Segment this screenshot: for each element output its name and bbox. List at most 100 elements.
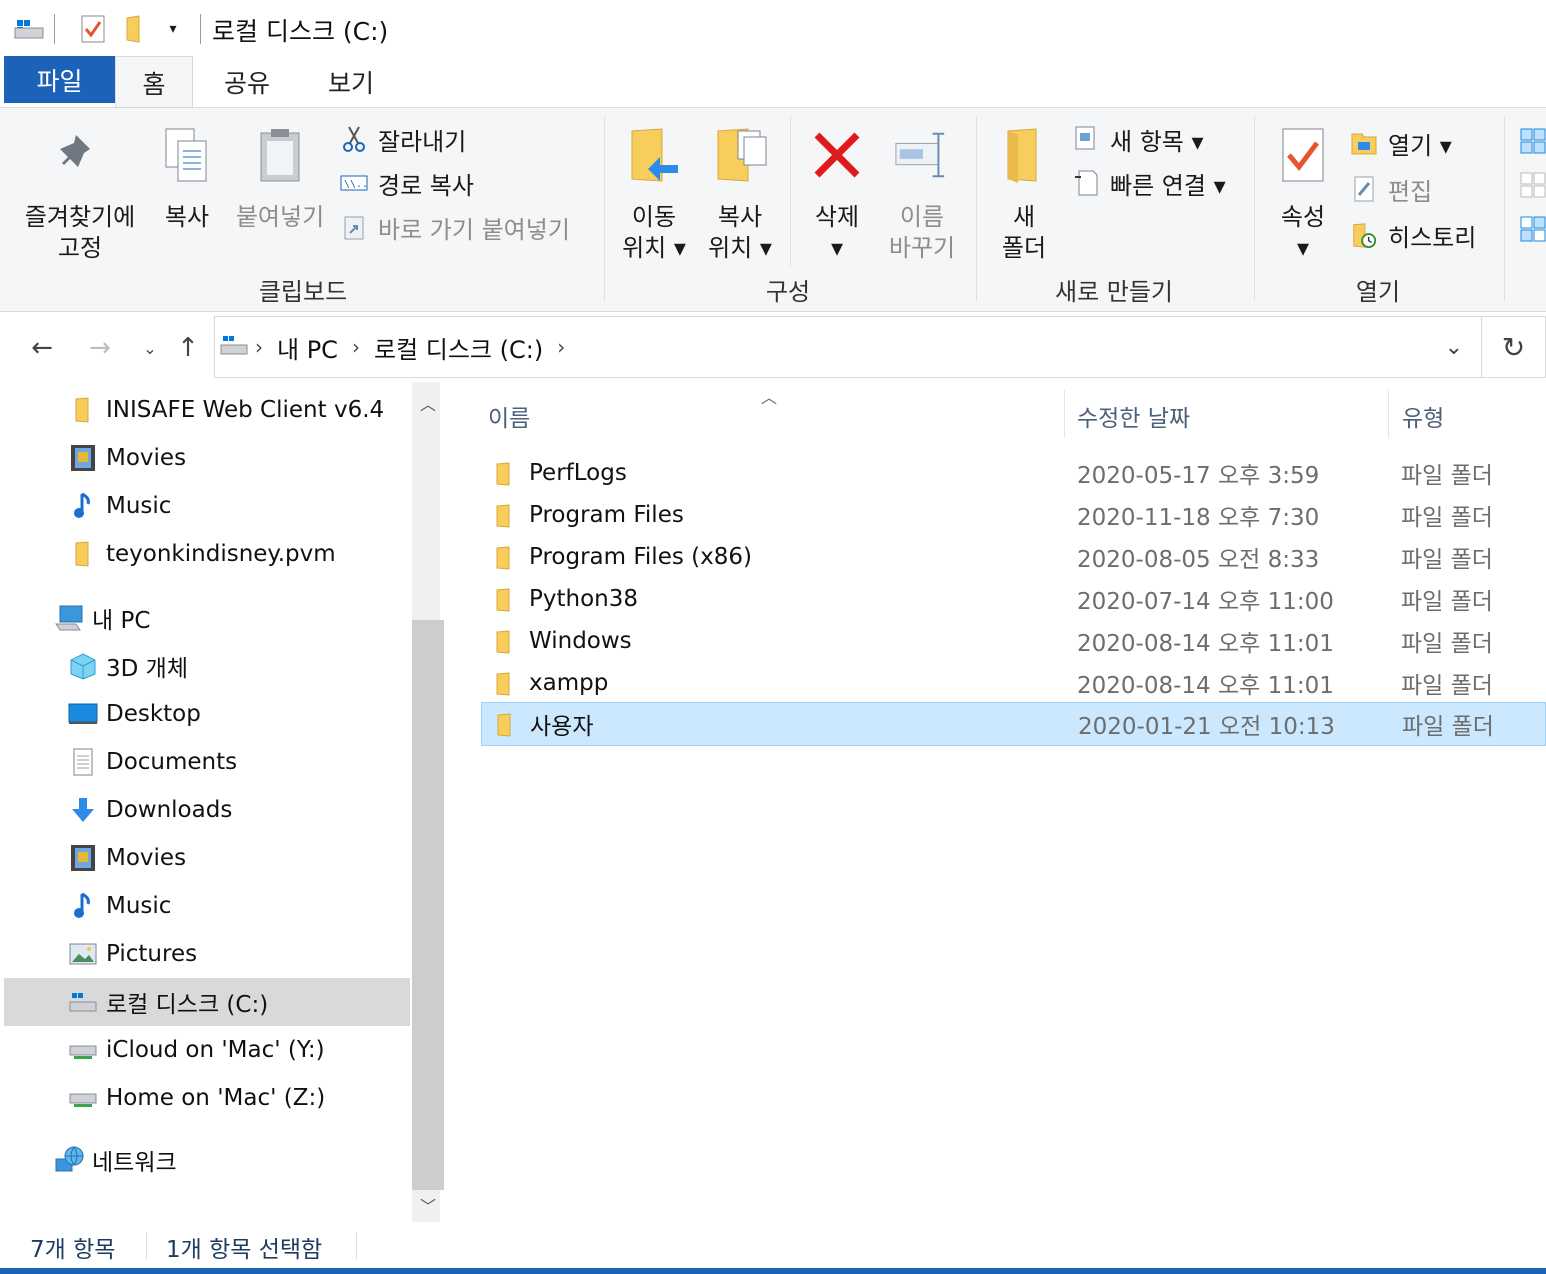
tab-home[interactable]: 홈	[115, 56, 193, 109]
copy-path-button[interactable]: \\.. 경로 복사	[340, 166, 474, 200]
cut-label: 잘라내기	[378, 127, 467, 156]
column-header-name[interactable]: 이름	[488, 394, 1058, 438]
pin-label: 즐겨찾기에 고정	[24, 203, 136, 262]
status-bar: 7개 항목 1개 항목 선택함	[0, 1222, 1546, 1274]
nav-item-label: iCloud on 'Mac' (Y:)	[106, 1037, 325, 1063]
delete-button[interactable]: 삭제 ▾	[804, 122, 870, 264]
breadcrumb-chevron-icon[interactable]: ›	[557, 335, 565, 359]
forward-arrow-icon[interactable]: →	[82, 330, 118, 366]
breadcrumb-chevron-icon[interactable]: ›	[255, 335, 263, 359]
nav-item-label: Desktop	[106, 701, 201, 727]
table-row[interactable]: Windows 2020-08-14 오후 11:01 파일 폴더	[481, 620, 1546, 662]
copy-to-button[interactable]: 복사 위치 ▾	[700, 122, 780, 264]
nav-item-label: Music	[106, 493, 172, 519]
select-none-icon[interactable]	[1520, 172, 1546, 202]
nav-item-music[interactable]: Music	[4, 482, 410, 530]
copy-button[interactable]: 복사	[158, 122, 216, 233]
edit-button[interactable]: 편집	[1350, 172, 1432, 206]
recent-locations-chevron-icon[interactable]: ⌄	[132, 330, 168, 366]
table-row[interactable]: Program Files 2020-11-18 오후 7:30 파일 폴더	[481, 494, 1546, 536]
group-separator	[976, 116, 977, 301]
nav-item-network[interactable]: 네트워크	[4, 1136, 410, 1184]
downloads-icon	[68, 795, 98, 825]
row-type: 파일 폴더	[1401, 631, 1493, 657]
nav-item-label: teyonkindisney.pvm	[106, 541, 336, 567]
rename-label: 이름 바꾸기	[888, 203, 956, 262]
nav-item-desktop[interactable]: Desktop	[4, 690, 410, 738]
select-all-icon[interactable]	[1520, 128, 1546, 158]
group-separator	[1254, 116, 1255, 301]
easy-access-button[interactable]: 빠른 연결 ▾	[1072, 166, 1226, 200]
table-row-selected[interactable]: 사용자 2020-01-21 오전 10:13 파일 폴더	[481, 702, 1546, 746]
new-folder-button[interactable]: 새 폴더	[988, 122, 1060, 264]
column-separator[interactable]	[1064, 390, 1065, 438]
nav-item-pictures[interactable]: Pictures	[4, 930, 410, 978]
scroll-up-chevron-icon[interactable]: ︿	[412, 388, 444, 418]
window-title: 로컬 디스크 (C:)	[212, 17, 389, 46]
row-name: Program Files (x86)	[529, 544, 752, 570]
breadcrumb-local-disk[interactable]: 로컬 디스크 (C:)	[374, 330, 543, 365]
nav-item-label: Movies	[106, 445, 187, 471]
nav-item-icloud-drive[interactable]: iCloud on 'Mac' (Y:)	[4, 1026, 410, 1074]
move-to-button[interactable]: 이동 위치 ▾	[614, 122, 694, 264]
row-name: 사용자	[530, 714, 594, 740]
scroll-down-chevron-icon[interactable]: ﹀	[412, 1190, 444, 1220]
address-dropdown-icon[interactable]: ⌄	[1445, 335, 1463, 360]
network-drive-icon	[68, 1083, 98, 1113]
properties-icon[interactable]	[76, 14, 110, 44]
music-icon	[68, 891, 98, 921]
nav-item-music-2[interactable]: Music	[4, 882, 410, 930]
row-name: PerfLogs	[529, 460, 627, 486]
breadcrumb-this-pc[interactable]: 내 PC	[277, 330, 338, 365]
column-separator[interactable]	[1388, 390, 1389, 438]
new-folder-icon	[996, 122, 1052, 188]
tab-file[interactable]: 파일	[4, 56, 115, 103]
paste-label: 붙여넣기	[235, 203, 325, 231]
invert-selection-icon[interactable]	[1520, 216, 1546, 246]
movies-icon	[68, 843, 98, 873]
rename-button[interactable]: 이름 바꾸기	[880, 122, 964, 264]
customize-dropdown-icon[interactable]: ▾	[160, 14, 186, 44]
open-button[interactable]: 열기 ▾	[1350, 126, 1452, 160]
edit-label: 편집	[1388, 177, 1433, 206]
row-date: 2020-08-14 오후 11:01	[1077, 673, 1334, 699]
nav-item-movies[interactable]: Movies	[4, 434, 410, 482]
paste-button[interactable]: 붙여넣기	[230, 122, 330, 233]
column-header-type[interactable]: 유형	[1402, 394, 1542, 438]
tab-view[interactable]: 보기	[306, 56, 396, 108]
nav-item-this-pc[interactable]: 내 PC	[4, 594, 410, 642]
up-arrow-icon[interactable]: ↑	[170, 330, 206, 366]
table-row[interactable]: xampp 2020-08-14 오후 11:01 파일 폴더	[481, 662, 1546, 704]
nav-item-3d-objects[interactable]: 3D 개체	[4, 642, 410, 690]
tab-share[interactable]: 공유	[200, 56, 294, 108]
breadcrumb-chevron-icon[interactable]: ›	[352, 335, 360, 359]
nav-scrollbar-thumb[interactable]	[412, 620, 444, 1190]
new-folder-icon[interactable]	[118, 14, 152, 44]
row-date: 2020-08-14 오후 11:01	[1077, 631, 1334, 657]
cut-button[interactable]: 잘라내기	[340, 122, 466, 156]
folder-icon	[493, 503, 515, 535]
nav-item-local-disk[interactable]: 로컬 디스크 (C:)	[4, 978, 410, 1026]
refresh-icon[interactable]: ↻	[1482, 316, 1546, 378]
nav-item-movies-2[interactable]: Movies	[4, 834, 410, 882]
paste-shortcut-icon	[340, 213, 368, 241]
back-arrow-icon[interactable]: ←	[24, 330, 60, 366]
paste-shortcut-button[interactable]: 바로 가기 붙여넣기	[340, 210, 570, 244]
column-header-date[interactable]: 수정한 날짜	[1077, 394, 1377, 438]
separator	[200, 14, 201, 44]
properties-button[interactable]: 속성 ▾	[1268, 122, 1338, 264]
new-item-button[interactable]: 새 항목 ▾	[1072, 122, 1204, 156]
nav-item-inisafe[interactable]: INISAFE Web Client v6.4	[4, 386, 410, 434]
history-button[interactable]: 히스토리	[1350, 218, 1476, 252]
address-bar[interactable]: › 내 PC › 로컬 디스크 (C:) › ⌄	[214, 316, 1482, 378]
table-row[interactable]: Python38 2020-07-14 오후 11:00 파일 폴더	[481, 578, 1546, 620]
nav-item-teyonkindisney[interactable]: teyonkindisney.pvm	[4, 530, 410, 578]
nav-item-documents[interactable]: Documents	[4, 738, 410, 786]
drive-icon[interactable]	[12, 14, 46, 44]
nav-item-label: 로컬 디스크 (C:)	[106, 992, 269, 1018]
pin-to-quick-access-button[interactable]: 즐겨찾기에 고정	[18, 122, 142, 264]
table-row[interactable]: PerfLogs 2020-05-17 오후 3:59 파일 폴더	[481, 452, 1546, 494]
table-row[interactable]: Program Files (x86) 2020-08-05 오전 8:33 파…	[481, 536, 1546, 578]
nav-item-downloads[interactable]: Downloads	[4, 786, 410, 834]
nav-item-home-drive[interactable]: Home on 'Mac' (Z:)	[4, 1074, 410, 1122]
